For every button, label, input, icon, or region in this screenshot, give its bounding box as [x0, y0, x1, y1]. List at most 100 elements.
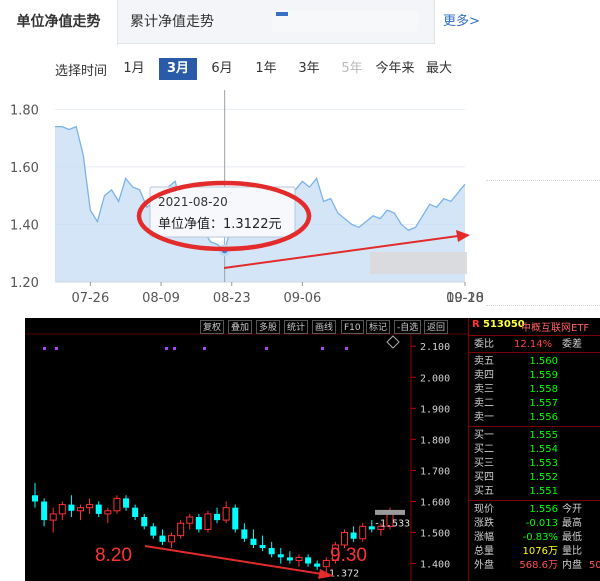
stat-row-price: 568.6万 — [519, 560, 558, 571]
stat-row: 涨跌 -0.013 最高 — [474, 517, 600, 530]
tab-cumulative-nav[interactable]: 累计净值走势 — [130, 0, 214, 44]
range-ytd-button[interactable]: 今年来 — [373, 58, 417, 80]
range-1y-button[interactable]: 1年 — [252, 58, 280, 80]
candle-body — [359, 525, 367, 540]
tool-mark-button[interactable]: 标记 — [366, 320, 391, 334]
range-6m-button[interactable]: 6月 — [208, 58, 236, 80]
stat-row-label: 涨幅 — [474, 532, 494, 543]
tooltip: 2021-08-20 单位净值：1.3122元 — [149, 186, 296, 238]
hover-point — [221, 247, 228, 254]
range-3m-button[interactable]: 3月 — [159, 58, 197, 80]
stat-row-price: 1076万 — [522, 546, 558, 557]
candle-body — [322, 559, 330, 568]
ask-row: 卖二 1.557 — [474, 397, 600, 410]
tool-draw-button[interactable]: 画线 — [312, 320, 337, 334]
range-1m-button[interactable]: 1月 — [122, 58, 146, 80]
bid-row-price: 1.552 — [529, 472, 558, 483]
bid-row: 买二 1.554 — [474, 443, 600, 456]
candle-body — [314, 563, 321, 567]
candle-body — [49, 513, 57, 521]
candle-body — [214, 513, 221, 521]
candle-body — [295, 556, 303, 561]
bid-row: 买三 1.553 — [474, 457, 600, 470]
x-tick-label: 09-06 — [284, 291, 322, 306]
kline-chart-svg: 1.400 1.500 1.600 1.700 1.800 1.900 2.000 2.100… — [25, 333, 468, 581]
event-marker — [345, 347, 348, 350]
tool-multi-button[interactable]: 多股 — [256, 320, 281, 334]
candle-body — [58, 504, 66, 515]
range-label: 选择时间 — [55, 64, 108, 79]
stock-name: 中概互联网ETF — [521, 323, 590, 334]
ask-row: 卖三 1.558 — [474, 383, 600, 396]
tool-back-button[interactable]: 返回 — [424, 320, 449, 334]
event-marker — [203, 347, 206, 350]
bid-row: 买一 1.555 — [474, 429, 600, 442]
event-marker — [165, 347, 168, 350]
y-tick-label: 1.80 — [10, 103, 39, 118]
tool-f10-button[interactable]: F10 — [341, 320, 364, 334]
stat-row-label: 涨跌 — [474, 518, 494, 529]
tab-unit-nav[interactable]: 单位净值走势 — [0, 0, 118, 45]
x-tick-label: 07-26 — [71, 291, 109, 306]
divider — [486, 180, 600, 181]
candle-body — [259, 544, 266, 549]
stat-row: 总量 1076万 量比 — [474, 545, 600, 558]
stat-row: 现价 1.556 今开 — [474, 503, 600, 516]
tool-stats-button[interactable]: 统计 — [284, 320, 309, 334]
candle-body — [159, 535, 166, 542]
candle-body — [95, 504, 102, 514]
high-annotation: -1.533 — [374, 518, 410, 529]
nav-chart-svg: 1.201.401.601.8007-26 08-09 08-23 09-06 09-2… — [10, 90, 484, 306]
candle-body — [68, 504, 75, 511]
candle-body — [222, 507, 230, 521]
candle-body — [86, 504, 94, 509]
candle-body — [286, 557, 293, 561]
kline-panel: 1.400 1.500 1.600 1.700 1.800 1.900 2.000 2.100… — [0, 318, 600, 581]
ask-row: 卖四 1.559 — [474, 369, 600, 382]
quote-header: R 513050 中概互联网ETF — [469, 319, 600, 334]
ask-row-price: 1.559 — [529, 370, 558, 381]
candle-body — [268, 548, 275, 555]
x-tick-label: 10-18 — [446, 291, 484, 306]
annotation-date-left: 8.20 — [95, 545, 132, 566]
stat-row-price: 1.556 — [529, 504, 558, 515]
ask-row-label: 卖五 — [474, 356, 494, 367]
tool-watchlist-button[interactable]: -自选 — [394, 320, 422, 334]
candle-body — [168, 535, 176, 543]
more-link[interactable]: 更多> — [434, 0, 488, 44]
nav-chart-panel: 单位净值走势 累计净值走势 更多> 选择时间 1月 3月 6月 1年 3年 5年… — [0, 0, 600, 318]
bid-row: 买四 1.552 — [474, 471, 600, 484]
x-tick-label: 08-09 — [142, 291, 180, 306]
ask-row: 卖五 1.560 — [474, 355, 600, 368]
y-tick-label: 2.100 — [420, 342, 450, 353]
stat-row-label2: 内盘 — [562, 560, 582, 571]
tool-fuquan-button[interactable]: 复权 — [200, 320, 225, 334]
stat-row-price: -0.83% — [522, 532, 558, 543]
candle-body — [195, 517, 202, 530]
bid-row-label: 买三 — [474, 458, 494, 469]
candle-body — [241, 529, 248, 539]
r-marker: R — [472, 319, 480, 330]
candle-body — [277, 554, 284, 558]
bid-row-label: 买二 — [474, 444, 494, 455]
range-5y-button[interactable]: 5年 — [338, 58, 366, 80]
bid-row-label: 买一 — [474, 430, 494, 441]
stat-row: 外盘 568.6万 内盘 50 — [474, 559, 600, 572]
y-tick-label: 1.20 — [10, 276, 39, 291]
divider — [486, 305, 600, 306]
range-3y-button[interactable]: 3年 — [295, 58, 323, 80]
candle-body — [232, 507, 239, 530]
x-tick-label: 08-23 — [213, 291, 251, 306]
stat-row-label2: 今开 — [562, 504, 582, 515]
blurred-area — [370, 252, 467, 274]
tool-overlay-button[interactable]: 叠加 — [228, 320, 253, 334]
stat-row: 涨幅 -0.83% 最低 — [474, 531, 600, 544]
bid-row-price: 1.553 — [529, 458, 558, 469]
stat-row-value2: 50 — [589, 560, 600, 571]
event-marker — [173, 347, 176, 350]
y-tick-label: 1.900 — [420, 404, 450, 415]
y-tick-label: 1.600 — [420, 497, 450, 508]
candle-body — [132, 507, 139, 517]
range-max-button[interactable]: 最大 — [422, 58, 456, 80]
event-marker — [43, 347, 46, 350]
